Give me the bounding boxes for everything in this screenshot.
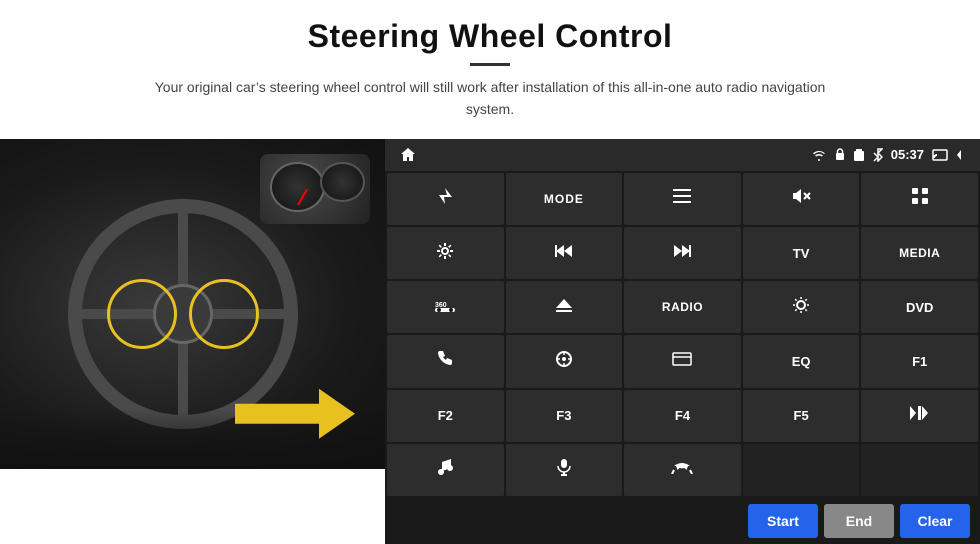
next-button[interactable] <box>624 227 741 279</box>
menu-button[interactable] <box>624 173 741 225</box>
wifi-icon <box>811 149 827 161</box>
title-divider <box>470 63 510 66</box>
media-button[interactable]: MEDIA <box>861 227 978 279</box>
mode-button[interactable]: MODE <box>506 173 623 225</box>
clock-display: 05:37 <box>891 147 924 162</box>
steering-wheel <box>68 199 298 429</box>
eq-button[interactable]: EQ <box>743 335 860 387</box>
call-end-button[interactable] <box>624 444 741 496</box>
window-button[interactable] <box>624 335 741 387</box>
status-bar: 05:37 <box>385 139 980 171</box>
home-icon[interactable] <box>395 142 421 168</box>
clear-button[interactable]: Clear <box>900 504 970 538</box>
header-section: Steering Wheel Control Your original car… <box>0 0 980 129</box>
playpause-button[interactable] <box>861 390 978 442</box>
lock-icon <box>835 148 845 161</box>
buttons-grid: MODE <box>385 171 980 498</box>
status-left <box>395 142 421 168</box>
f1-button[interactable]: F1 <box>861 335 978 387</box>
radio-button[interactable]: RADIO <box>624 281 741 333</box>
cast-icon <box>932 149 948 161</box>
apps-button[interactable] <box>861 173 978 225</box>
bluetooth-icon <box>873 148 883 162</box>
f5-button[interactable]: F5 <box>743 390 860 442</box>
control-panel: 05:37 <box>385 139 980 544</box>
sw-circle-right <box>189 279 259 349</box>
bottom-bar: Start End Clear <box>385 498 980 544</box>
tv-button[interactable]: TV <box>743 227 860 279</box>
eject-button[interactable] <box>506 281 623 333</box>
dvd-button[interactable]: DVD <box>861 281 978 333</box>
360-button[interactable]: 360 <box>387 281 504 333</box>
f3-button[interactable]: F3 <box>506 390 623 442</box>
page-title: Steering Wheel Control <box>20 18 960 55</box>
sw-circle-left <box>107 279 177 349</box>
navigate-button[interactable] <box>387 173 504 225</box>
phone-button[interactable] <box>387 335 504 387</box>
steering-wheel-background <box>0 139 385 469</box>
mic-button[interactable] <box>506 444 623 496</box>
car-image <box>0 139 385 469</box>
brightness-button[interactable] <box>743 281 860 333</box>
settings-button[interactable] <box>387 227 504 279</box>
sim-icon <box>853 148 865 162</box>
back-icon[interactable] <box>956 149 970 161</box>
nav-button[interactable] <box>506 335 623 387</box>
music-button[interactable] <box>387 444 504 496</box>
prev-button[interactable] <box>506 227 623 279</box>
start-button[interactable]: Start <box>748 504 818 538</box>
status-right: 05:37 <box>811 147 970 162</box>
page-container: Steering Wheel Control Your original car… <box>0 0 980 544</box>
f4-button[interactable]: F4 <box>624 390 741 442</box>
f2-button[interactable]: F2 <box>387 390 504 442</box>
empty-1 <box>743 444 860 496</box>
empty-2 <box>861 444 978 496</box>
subtitle: Your original car’s steering wheel contr… <box>140 76 840 121</box>
svg-text:360: 360 <box>435 302 447 309</box>
end-button[interactable]: End <box>824 504 894 538</box>
content-section: 05:37 <box>0 139 980 544</box>
vol-mute-button[interactable] <box>743 173 860 225</box>
